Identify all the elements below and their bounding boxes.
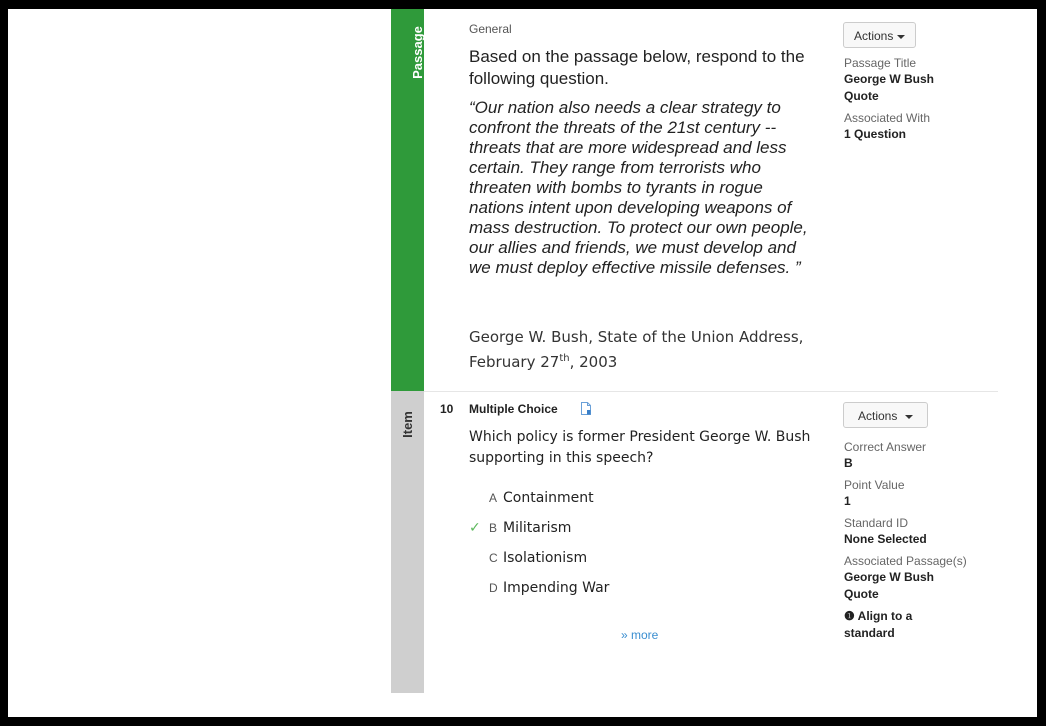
checkmark-icon: ✓ [469, 520, 481, 536]
choice-text: Militarism [503, 520, 572, 536]
info-icon: ❶ [844, 609, 855, 623]
source-line1: George W. Bush, State of the Union Addre… [469, 328, 804, 346]
associated-with-value: 1 Question [844, 127, 907, 141]
choice-text: Containment [503, 490, 594, 506]
passage-type: General [469, 22, 512, 36]
passage-strip-label: Passage [409, 26, 425, 79]
choice-c: C Isolationism [469, 543, 769, 573]
caret-down-icon [897, 34, 906, 39]
item-question: Which policy is former President George … [469, 429, 811, 466]
standard-id-value: None Selected [844, 532, 927, 546]
associated-passages-value: George W Bush Quote [844, 570, 935, 601]
align-to-standard-label: Align to a standard [844, 609, 913, 640]
item-meta: Correct Answer B Point Value 1 Standard … [844, 439, 1004, 642]
choice-letter: D [489, 581, 498, 595]
choice-letter: A [489, 491, 498, 505]
item-number: 10 [440, 402, 454, 416]
passage-actions-button[interactable]: Actions [843, 22, 917, 48]
source-date-suffix: , 2003 [569, 353, 618, 371]
passage-quote: “Our nation also needs a clear strategy … [469, 98, 808, 277]
choice-a: A Containment [469, 483, 769, 513]
associated-passages-label: Associated Passage(s) [844, 554, 967, 568]
choice-text: Isolationism [503, 550, 588, 566]
standard-id-label: Standard ID [844, 516, 909, 530]
more-link[interactable]: » more [621, 628, 658, 642]
passage-title-label: Passage Title [844, 56, 917, 70]
document-icon[interactable] [581, 402, 591, 415]
choice-letter: B [489, 521, 498, 535]
content-frame: Passage General Based on the passage bel… [8, 9, 1037, 717]
source-date-sup: th [559, 353, 570, 364]
choice-letter: C [489, 551, 498, 565]
choice-d: D Impending War [469, 573, 769, 603]
choice-list: A Containment ✓ B Militarism C Isolation… [469, 483, 769, 603]
item-type: Multiple Choice [469, 402, 558, 416]
row-divider [424, 391, 998, 392]
correct-answer-value: B [844, 456, 853, 470]
source-date-prefix: February 27 [469, 353, 560, 371]
item-strip: Item [391, 391, 424, 693]
choice-text: Impending War [503, 580, 610, 596]
point-value-label: Point Value [844, 478, 905, 492]
point-value-value: 1 [844, 494, 851, 508]
correct-answer-label: Correct Answer [844, 440, 927, 454]
align-to-standard-link[interactable]: ❶ Align to a standard [844, 608, 954, 642]
passage-title-value: George W Bush Quote [844, 72, 935, 103]
passage-meta: Passage Title George W Bush Quote Associ… [844, 55, 1004, 148]
choice-b: ✓ B Militarism [469, 513, 769, 543]
item-actions-button[interactable]: Actions [843, 402, 928, 428]
item-strip-label: Item [399, 411, 415, 438]
associated-with-label: Associated With [844, 111, 931, 125]
passage-source: George W. Bush, State of the Union Addre… [469, 327, 819, 373]
passage-prompt: Based on the passage below, respond to t… [469, 47, 805, 88]
passage-strip: Passage [391, 9, 425, 391]
caret-down-icon [904, 414, 913, 419]
